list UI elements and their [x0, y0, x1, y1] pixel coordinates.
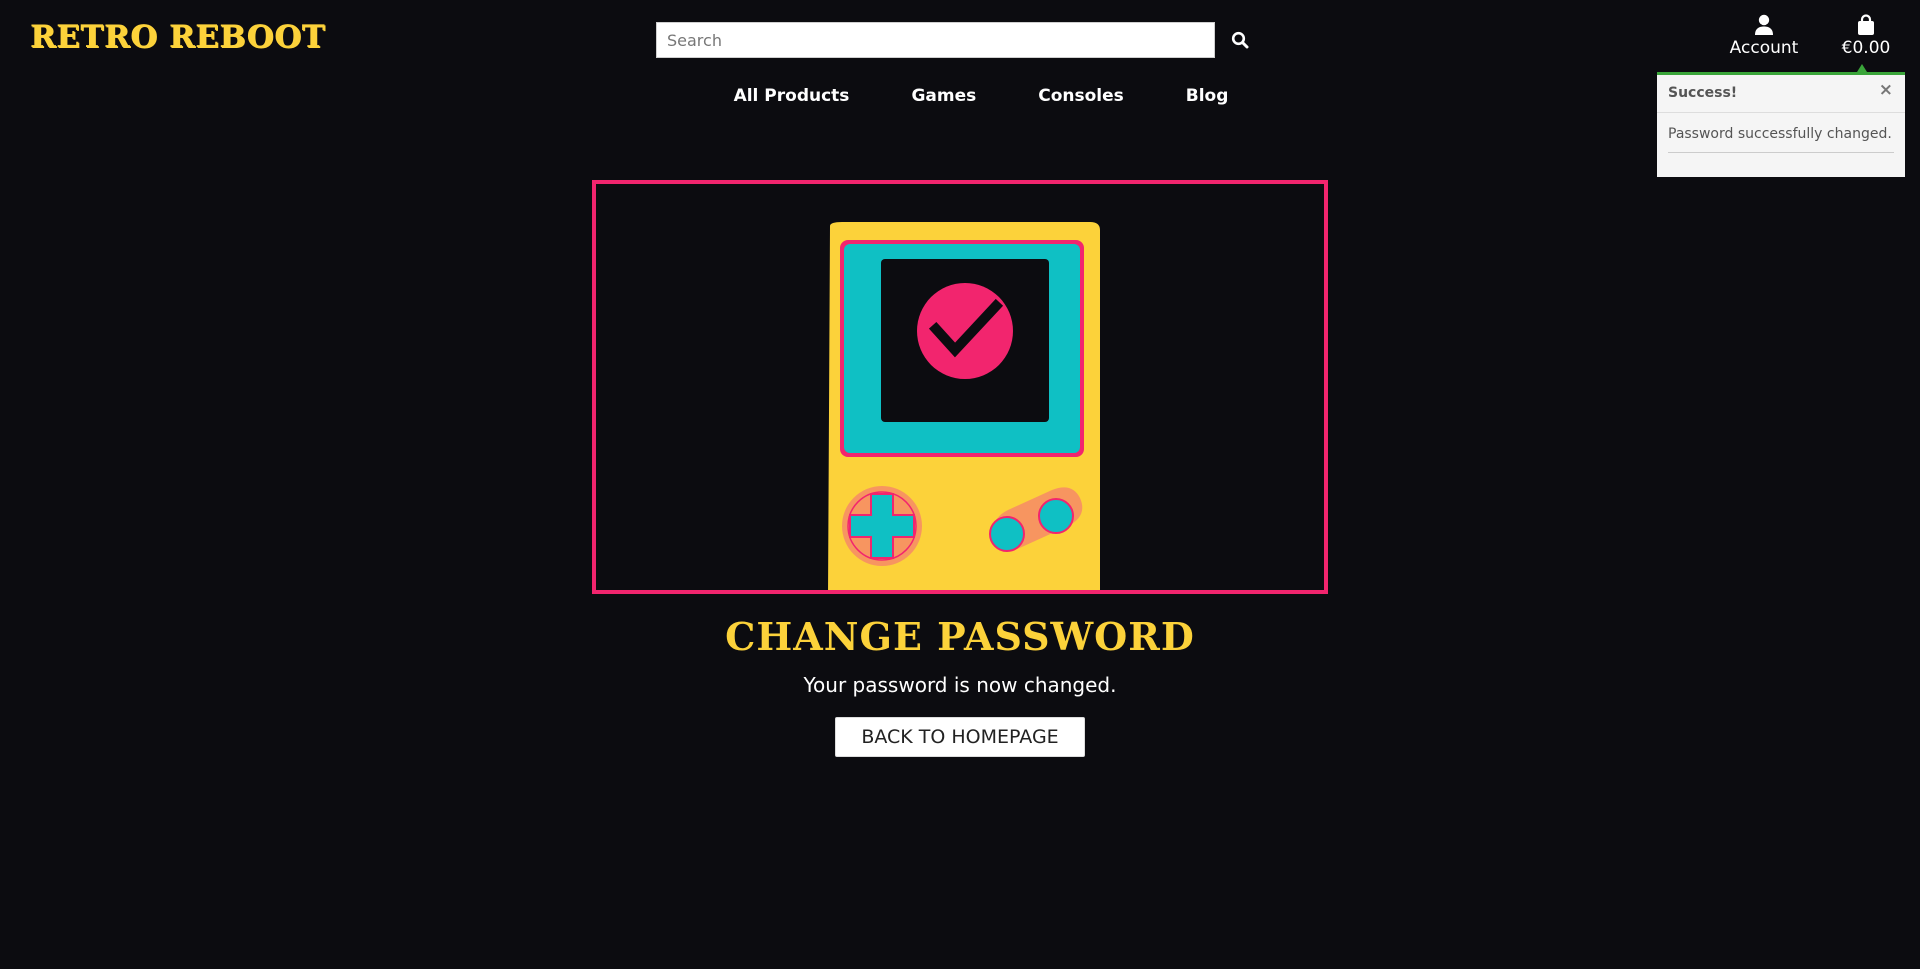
search-input[interactable] — [656, 22, 1215, 58]
nav-item-consoles[interactable]: Consoles — [1038, 86, 1124, 106]
toast-arrow — [1857, 64, 1867, 72]
account-link[interactable]: Account — [1728, 14, 1800, 58]
user-icon — [1755, 14, 1773, 35]
site-logo[interactable]: RETRO REBOOT — [30, 19, 325, 55]
page-title: CHANGE PASSWORD — [725, 614, 1195, 659]
main-nav: All Products Games Consoles Blog — [0, 86, 1920, 106]
back-to-homepage-button[interactable]: BACK TO HOMEPAGE — [835, 717, 1085, 757]
nav-item-all-products[interactable]: All Products — [734, 86, 850, 106]
toast-close-button[interactable]: × — [1879, 80, 1893, 100]
search-icon — [1231, 31, 1249, 49]
nav-item-blog[interactable]: Blog — [1186, 86, 1229, 106]
toast-divider — [1657, 112, 1905, 113]
toast-title: Success! — [1668, 85, 1738, 101]
cart-link[interactable]: €0.00 — [1836, 14, 1896, 58]
toast-divider — [1668, 152, 1894, 153]
account-label: Account — [1729, 38, 1799, 58]
success-toast: Success! × Password successfully changed… — [1657, 72, 1905, 177]
confirmation-message: Your password is now changed. — [803, 673, 1117, 697]
search-button[interactable] — [1215, 22, 1265, 58]
page: RETRO REBOOT Account €0.00 All Products … — [0, 0, 1920, 969]
shopping-bag-icon — [1858, 14, 1874, 35]
hero-image — [592, 180, 1328, 594]
nav-item-games[interactable]: Games — [911, 86, 976, 106]
toast-message: Password successfully changed. — [1668, 126, 1892, 142]
cart-total: €0.00 — [1841, 38, 1891, 58]
search-bar — [656, 22, 1265, 58]
handheld-console-checkmark-illustration — [828, 222, 1100, 590]
